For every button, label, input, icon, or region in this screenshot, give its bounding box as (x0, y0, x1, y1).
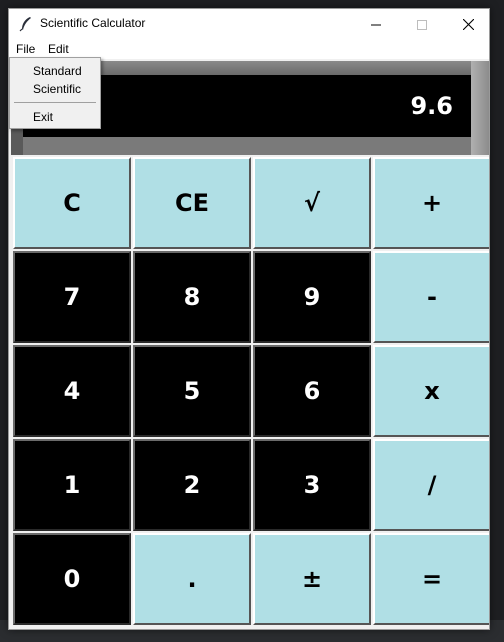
menu-edit[interactable]: Edit (48, 42, 69, 56)
key-plus-button[interactable]: + (373, 157, 489, 249)
key-clear-button[interactable]: C (13, 157, 131, 249)
maximize-button[interactable] (399, 9, 445, 40)
key-0-button[interactable]: 0 (13, 533, 131, 625)
key-4-button[interactable]: 4 (13, 345, 131, 437)
menu-separator (14, 102, 96, 103)
menu-file[interactable]: File (16, 42, 35, 56)
menu-item-scientific[interactable]: Scientific (10, 80, 100, 98)
key-minus-button[interactable]: - (373, 251, 489, 343)
maximize-icon (417, 19, 427, 30)
calculator-body: 9.6 C CE √ +7 8 9- 4 5 6 x 1 2 3/ 0. ± = (9, 59, 489, 629)
key-7-button[interactable]: 7 (13, 251, 131, 343)
display-value: 9.6 (410, 92, 453, 120)
close-icon (462, 19, 474, 30)
minimize-icon (371, 24, 381, 25)
keypad: C CE √ +7 8 9- 4 5 6 x 1 2 3/ 0. ± = (11, 155, 489, 627)
key-2-button[interactable]: 2 (133, 439, 251, 531)
key-8-button[interactable]: 8 (133, 251, 251, 343)
close-button[interactable] (445, 9, 489, 40)
key-sqrt-button[interactable]: √ (253, 157, 371, 249)
title-bar[interactable]: Scientific Calculator (9, 9, 489, 40)
key-divide-button[interactable]: / (373, 439, 489, 531)
key-clear-entry-button[interactable]: CE (133, 157, 251, 249)
display-bevel-right (471, 61, 489, 155)
key-plus-minus-button[interactable]: ± (253, 533, 371, 625)
file-menu-dropdown: Standard Scientific Exit (9, 57, 101, 129)
key-decimal-button[interactable]: . (133, 533, 251, 625)
feather-icon (18, 16, 34, 32)
key-equals-button[interactable]: = (373, 533, 489, 625)
key-9-button[interactable]: 9 (253, 251, 371, 343)
key-multiply-button[interactable]: x (373, 345, 489, 437)
key-1-button[interactable]: 1 (13, 439, 131, 531)
key-5-button[interactable]: 5 (133, 345, 251, 437)
minimize-button[interactable] (353, 9, 399, 40)
key-3-button[interactable]: 3 (253, 439, 371, 531)
menu-item-standard[interactable]: Standard (10, 62, 100, 80)
menu-item-exit[interactable]: Exit (10, 108, 100, 126)
window-title: Scientific Calculator (40, 16, 146, 30)
key-6-button[interactable]: 6 (253, 345, 371, 437)
